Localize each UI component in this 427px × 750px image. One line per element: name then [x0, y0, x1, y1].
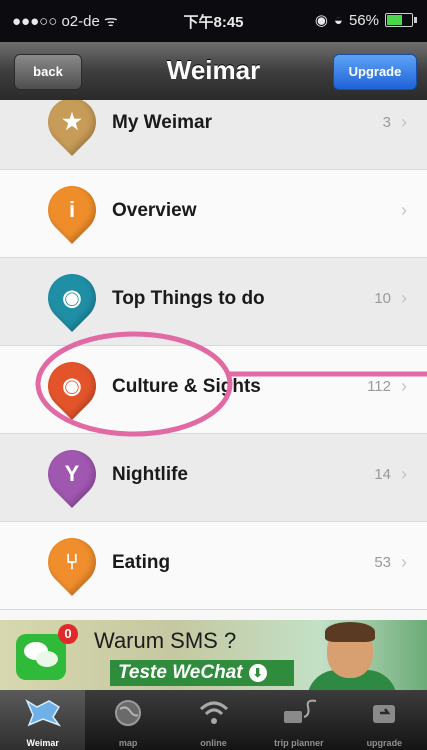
ad-person-image: [307, 622, 397, 690]
chevron-right-icon: ›: [401, 376, 407, 396]
tab-map[interactable]: map: [85, 690, 170, 750]
chevron-right-icon: ›: [401, 552, 407, 572]
list-item-top-things[interactable]: ◉ Top Things to do 10 ›: [0, 258, 427, 346]
ad-cta-button[interactable]: Teste WeChat ⬇: [110, 660, 294, 686]
list-item-count: 3: [382, 114, 391, 131]
tab-upgrade[interactable]: upgrade: [342, 690, 427, 750]
ad-banner[interactable]: 0 Warum SMS ? Teste WeChat ⬇: [0, 620, 427, 690]
list-item-count: 53: [374, 554, 391, 571]
globe-icon: [85, 697, 170, 729]
tab-weimar[interactable]: Weimar: [0, 690, 86, 750]
chevron-right-icon: ›: [401, 112, 407, 132]
list-item-my-weimar[interactable]: ★ My Weimar 3 ›: [0, 100, 427, 170]
status-right: ◉ ◒ 56%: [314, 11, 417, 29]
tab-label: trip planner: [274, 738, 324, 748]
list-item-label: My Weimar: [112, 112, 212, 133]
list-item-overview[interactable]: i Overview ›: [0, 170, 427, 258]
list-item-label: Nightlife: [112, 464, 188, 485]
wifi-icon: [171, 697, 256, 729]
ad-headline: Warum SMS ?: [94, 628, 237, 653]
info-pin-icon: i: [68, 197, 76, 222]
trip-planner-icon: [256, 697, 341, 729]
list-item-label: Top Things to do: [112, 288, 265, 309]
eye-pin-icon: ◉: [62, 373, 82, 398]
list-item-culture-sights[interactable]: ◉ Culture & Sights 112 ›: [0, 346, 427, 434]
navigation-bar: back Weimar Upgrade: [0, 42, 427, 101]
chevron-right-icon: ›: [401, 200, 407, 220]
list-item-count: 112: [367, 378, 391, 395]
list-item-count: 10: [374, 290, 391, 307]
category-list: ★ My Weimar 3 › i Overview › ◉ Top Thing…: [0, 100, 427, 620]
upgrade-button[interactable]: Upgrade: [333, 54, 417, 90]
tab-bar: Weimar map online trip planner upgrade: [0, 690, 427, 750]
tab-trip-planner[interactable]: trip planner: [256, 690, 341, 750]
tab-label: Weimar: [26, 738, 59, 748]
tab-online[interactable]: online: [171, 690, 256, 750]
tab-label: map: [118, 738, 138, 748]
battery-icon: [385, 13, 417, 27]
tab-label: online: [200, 738, 227, 748]
cutlery-pin-icon: ⑂: [65, 549, 79, 574]
list-item-label: Overview: [112, 200, 197, 221]
notification-badge: 0: [58, 624, 78, 644]
status-bar: ●●●○○ o2-de ᯤ 下午8:45 ◉ ◒ 56%: [0, 0, 427, 42]
list-item-label: Culture & Sights: [112, 376, 261, 397]
ad-cta-label: Teste WeChat: [118, 662, 243, 683]
list-item-eating[interactable]: ⑂ Eating 53 ›: [0, 522, 427, 610]
tab-label: upgrade: [366, 738, 403, 748]
list-item-nightlife[interactable]: Y Nightlife 14 ›: [0, 434, 427, 522]
star-pin-icon: ★: [62, 109, 82, 134]
cocktail-pin-icon: Y: [64, 461, 80, 486]
chevron-right-icon: ›: [401, 288, 407, 308]
app-screen: ●●●○○ o2-de ᯤ 下午8:45 ◉ ◒ 56% back Weimar…: [0, 0, 427, 750]
list-item-label: Eating: [112, 552, 171, 573]
weimar-map-icon: [0, 697, 85, 729]
download-icon: ⬇: [248, 663, 267, 682]
battery-percent: 56%: [348, 11, 379, 29]
eye-pin-icon: ◉: [62, 285, 82, 310]
wechat-logo-icon: [16, 634, 66, 680]
alarm-icon: ◉: [314, 12, 328, 29]
list-item-count: 14: [374, 466, 391, 483]
upgrade-refresh-icon: [342, 697, 427, 729]
chevron-right-icon: ›: [401, 464, 407, 484]
lock-icon: ◒: [333, 11, 343, 29]
